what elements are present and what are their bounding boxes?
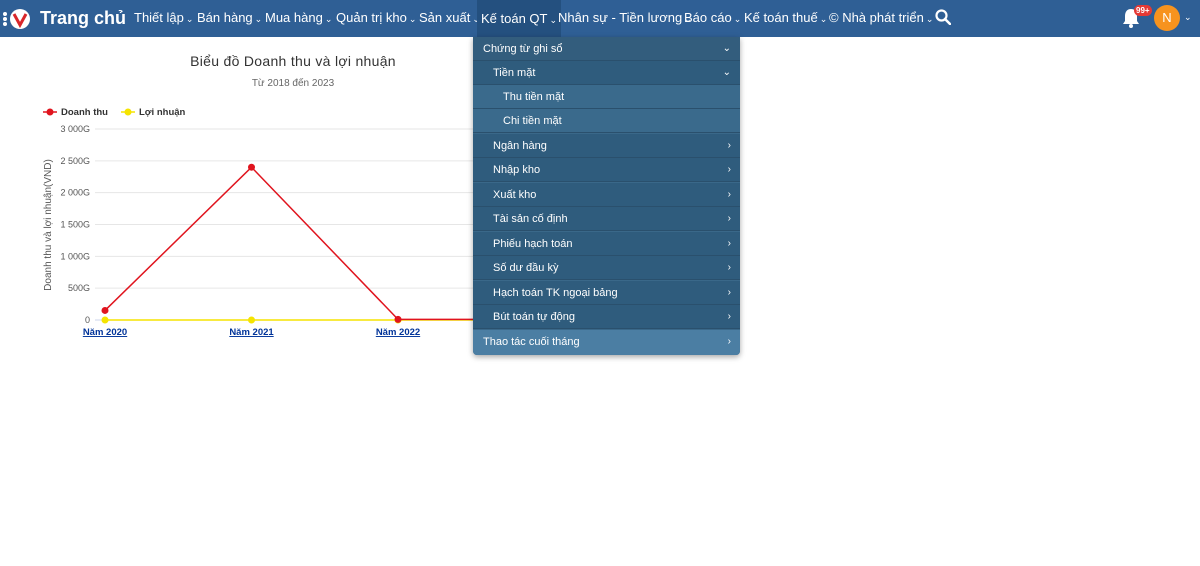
ke-toan-qt-dropdown: Chứng từ ghi sổ ⌄ Tiền mặt ⌄ Thu tiền mặt … — [473, 37, 740, 355]
chevron-down-icon: ⌄ — [722, 43, 731, 54]
x-tick-label[interactable]: Năm 2022 — [376, 327, 420, 338]
nav-ban-hang[interactable]: Bán hàng ⌄ — [197, 10, 262, 25]
x-tick-label[interactable]: Năm 2021 — [229, 327, 274, 338]
menu-item-label: Bút toán tự động — [493, 311, 575, 323]
y-tick-label: 0 — [85, 315, 90, 325]
nav-quan-tri-kho[interactable]: Quản trị kho ⌄ — [336, 10, 416, 25]
nav-label: Kế toán thuế — [744, 10, 818, 25]
data-point — [248, 163, 255, 171]
menu-item-hach-toan-tk-ngoai-bang[interactable]: Hạch toán TK ngoại bảng › — [473, 281, 740, 305]
chevron-right-icon: › — [727, 140, 731, 151]
menu-item-so-du-dau-ky[interactable]: Số dư đầu kỳ › — [473, 256, 740, 280]
nav-label: Bán hàng — [197, 10, 253, 25]
menu-item-chi-tien-mat[interactable]: Chi tiền mặt — [473, 109, 740, 133]
nav-label: © Nhà phát triển — [829, 10, 924, 25]
legend-marker — [124, 108, 132, 116]
menu-item-chung-tu-ghi-so[interactable]: Chứng từ ghi sổ ⌄ — [473, 37, 740, 61]
data-point — [101, 306, 109, 314]
nav-label: Mua hàng — [265, 10, 323, 25]
chevron-down-icon: ⌄ — [408, 14, 417, 24]
chevron-right-icon: › — [727, 189, 731, 200]
chevron-down-icon[interactable]: ⌄ — [1184, 12, 1192, 23]
menu-item-thu-tien-mat[interactable]: Thu tiền mặt — [473, 85, 740, 109]
y-axis-label: Doanh thu và lợi nhuận(VND) — [43, 159, 54, 291]
nav-label: Kế toán QT — [481, 11, 548, 26]
series-line-doanh-thu — [104, 166, 399, 320]
menu-item-label: Tiền mặt — [493, 67, 536, 79]
menu-item-label: Ngân hàng — [493, 140, 547, 152]
nav-label: Nhân sự - Tiền lương — [558, 10, 683, 25]
menu-item-tai-san-co-dinh[interactable]: Tài sản cố định › — [473, 207, 740, 231]
chevron-down-icon: ⌄ — [185, 14, 194, 24]
user-avatar[interactable]: N — [1154, 5, 1180, 31]
search-icon[interactable] — [935, 9, 951, 25]
chevron-down-icon: ⌄ — [549, 15, 558, 25]
chevron-down-icon: ⌄ — [254, 14, 263, 24]
menu-item-label: Tài sản cố định — [493, 213, 568, 225]
legend-marker — [46, 108, 54, 116]
nav-label: Quản trị kho — [336, 10, 407, 25]
menu-item-label: Hạch toán TK ngoại bảng — [493, 287, 618, 299]
chevron-down-icon: ⌄ — [733, 14, 742, 24]
notification-badge: 99+ — [1134, 5, 1152, 16]
chevron-right-icon: › — [727, 311, 731, 322]
y-tick-label: 2 500G — [60, 156, 90, 166]
y-tick-label: 500G — [68, 283, 90, 293]
chevron-down-icon: ⌄ — [925, 14, 934, 24]
top-navbar: Trang chủ Thiết lập ⌄ Bán hàng ⌄ Mua hàng ⌄… — [0, 0, 1200, 37]
y-tick-label: 1 500G — [60, 220, 90, 230]
nav-nha-phat-trien[interactable]: © Nhà phát triển ⌄ — [829, 10, 933, 25]
nav-nhan-su-tien-luong[interactable]: Nhân sự - Tiền lương ⌄ — [558, 10, 692, 25]
x-tick-label[interactable]: Năm 2020 — [83, 327, 127, 338]
nav-san-xuat[interactable]: Sản xuất⌄ — [419, 10, 480, 25]
data-point — [394, 315, 402, 323]
nav-label: Báo cáo — [684, 10, 732, 25]
data-point — [101, 316, 109, 324]
data-point — [248, 316, 255, 324]
chevron-down-icon: ⌄ — [722, 67, 731, 78]
menu-item-thao-tac-cuoi-thang[interactable]: Thao tác cuối tháng › — [473, 330, 740, 355]
chevron-right-icon: › — [727, 262, 731, 273]
menu-item-ngan-hang[interactable]: Ngân hàng › — [473, 134, 740, 158]
chevron-right-icon: › — [727, 336, 731, 347]
nav-thiet-lap[interactable]: Thiết lập ⌄ — [134, 10, 193, 25]
nav-label: Thiết lập — [134, 10, 184, 25]
y-tick-label: 2 000G — [60, 188, 90, 198]
menu-item-label: Nhập kho — [493, 164, 541, 176]
nav-mua-hang[interactable]: Mua hàng ⌄ — [265, 10, 332, 25]
chevron-right-icon: › — [727, 164, 731, 175]
menu-item-xuat-kho[interactable]: Xuất kho › — [473, 183, 740, 207]
menu-item-label: Xuất kho — [493, 189, 537, 201]
menu-item-label: Phiếu hạch toán — [493, 238, 573, 250]
app-logo-icon[interactable] — [2, 7, 30, 31]
nav-bao-cao[interactable]: Báo cáo ⌄ — [684, 10, 741, 25]
chevron-down-icon: ⌄ — [819, 14, 828, 24]
chevron-right-icon: › — [727, 287, 731, 298]
legend-label[interactable]: Doanh thu — [61, 107, 108, 118]
menu-item-label: Thao tác cuối tháng — [483, 336, 580, 348]
menu-item-label: Chứng từ ghi sổ — [483, 43, 563, 55]
nav-label: Sản xuất — [419, 10, 471, 25]
menu-item-label: Thu tiền mặt — [503, 91, 565, 103]
menu-item-label: Chi tiền mặt — [503, 115, 562, 127]
chevron-right-icon: › — [727, 213, 731, 224]
nav-ke-toan-thue[interactable]: Kế toán thuế ⌄ — [744, 10, 827, 25]
nav-ke-toan-qt[interactable]: Kế toán QT ⌄ — [477, 0, 562, 37]
home-link[interactable]: Trang chủ — [40, 8, 126, 29]
y-tick-label: 3 000G — [60, 124, 90, 134]
menu-item-but-toan-tu-dong[interactable]: Bút toán tự động › — [473, 305, 740, 329]
menu-item-label: Số dư đầu kỳ — [493, 262, 559, 274]
chevron-right-icon: › — [727, 238, 731, 249]
chevron-down-icon: ⌄ — [324, 14, 333, 24]
menu-item-tien-mat[interactable]: Tiền mặt ⌄ — [473, 61, 740, 85]
legend-label[interactable]: Lợi nhuận — [139, 107, 186, 118]
menu-item-phieu-hach-toan[interactable]: Phiếu hạch toán › — [473, 232, 740, 256]
y-tick-label: 1 000G — [60, 251, 90, 261]
menu-item-nhap-kho[interactable]: Nhập kho › — [473, 158, 740, 182]
